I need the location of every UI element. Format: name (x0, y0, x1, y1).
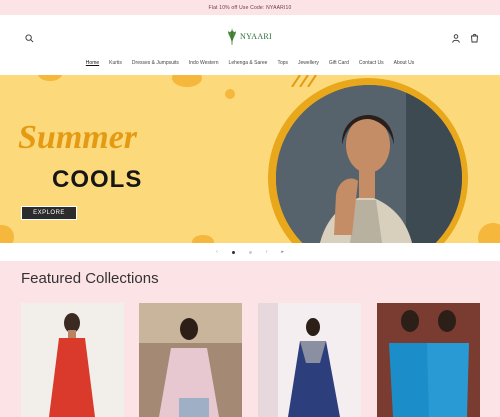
play-icon[interactable]: ▸ (281, 249, 284, 255)
decor-dot (0, 225, 14, 243)
decor-dot (38, 75, 62, 81)
decor-stripes (291, 75, 317, 87)
hero-headline-script: Summer (18, 119, 138, 156)
main-nav: Home Kurtis Dresses & Jumpsuits Indo Wes… (0, 60, 500, 74)
prev-arrow-icon[interactable]: ‹ (216, 249, 218, 255)
hero-headline-bold: COOLS (52, 166, 143, 193)
announcement-bar: Flat 10% off Use Code: NYAARI10 (0, 0, 500, 15)
collection-card[interactable] (21, 303, 124, 417)
nav-item-dresses-jumpsuits[interactable]: Dresses & Jumpsuits (132, 60, 179, 74)
decor-dot (478, 223, 500, 243)
next-arrow-icon[interactable]: › (266, 249, 268, 255)
nav-item-gift-card[interactable]: Gift Card (329, 60, 349, 74)
slideshow-controls: ‹ › ▸ (0, 243, 500, 261)
account-icon[interactable] (452, 34, 460, 43)
search-icon[interactable] (25, 34, 34, 43)
decor-dot (225, 89, 235, 99)
decor-dot (172, 75, 202, 87)
collection-card[interactable] (139, 303, 242, 417)
brand-logo[interactable]: NYAARI (226, 26, 272, 46)
featured-title: Featured Collections (21, 270, 159, 287)
brand-name: NYAARI (240, 31, 273, 41)
nav-item-tops[interactable]: Tops (277, 60, 288, 74)
collection-card[interactable] (377, 303, 480, 417)
collection-card[interactable] (258, 303, 361, 417)
nav-item-jewellery[interactable]: Jewellery (298, 60, 319, 74)
nav-item-contact-us[interactable]: Contact Us (359, 60, 384, 74)
slide-dot-1[interactable] (231, 250, 235, 254)
decor-dot (192, 235, 214, 243)
leaf-logo-icon (228, 27, 236, 45)
slide-dot-2[interactable] (248, 250, 252, 254)
nav-item-home[interactable]: Home (86, 60, 99, 74)
nav-item-lehenga-saree[interactable]: Lehenga & Saree (229, 60, 268, 74)
nav-item-kurtis[interactable]: Kurtis (109, 60, 122, 74)
nav-item-indo-western[interactable]: Indo Western (189, 60, 219, 74)
nav-item-about-us[interactable]: About Us (394, 60, 415, 74)
announcement-text: Flat 10% off Use Code: NYAARI10 (208, 4, 292, 11)
cart-icon[interactable] (470, 33, 479, 43)
explore-button[interactable]: EXPLORE (21, 206, 77, 220)
